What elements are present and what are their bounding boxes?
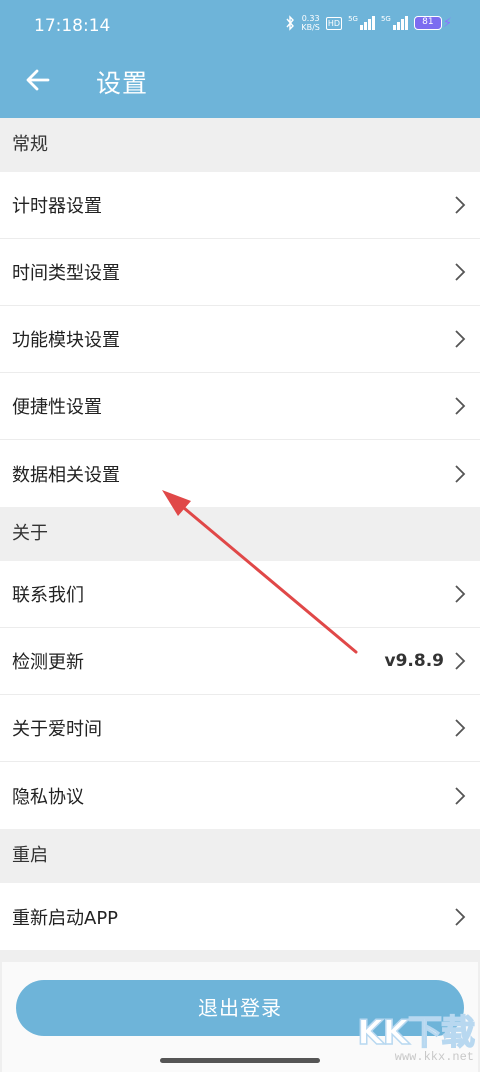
chevron-right-icon xyxy=(455,652,466,670)
status-time: 17:18:14 xyxy=(34,16,111,36)
sim1-network-label: 5G xyxy=(348,15,358,23)
chevron-right-icon xyxy=(455,330,466,348)
version-value: v9.8.9 xyxy=(384,651,444,671)
chevron-right-icon xyxy=(455,907,466,926)
settings-row-contact-us[interactable]: 联系我们 xyxy=(0,561,480,628)
chevron-right-icon xyxy=(455,397,466,415)
network-speed: 0.33 KB/S xyxy=(301,14,320,32)
settings-row-label: 时间类型设置 xyxy=(12,263,120,284)
settings-row-label: 功能模块设置 xyxy=(12,330,120,351)
app-header: 17:18:14 0.33 KB/S HD 5G 5G 81 ⚡ 设置 xyxy=(0,0,480,118)
network-speed-unit: KB/S xyxy=(301,23,320,32)
settings-row-privacy[interactable]: 隐私协议 xyxy=(0,762,480,829)
battery-level: 81 xyxy=(413,16,442,30)
settings-row-label: 联系我们 xyxy=(12,585,84,606)
back-arrow-icon[interactable] xyxy=(24,66,52,94)
chevron-right-icon xyxy=(455,585,466,603)
settings-list: 常规 计时器设置 时间类型设置 功能模块设置 便捷性设置 数据相关设置 关于 联… xyxy=(0,118,480,950)
settings-row-data[interactable]: 数据相关设置 xyxy=(0,440,480,507)
home-indicator[interactable] xyxy=(160,1058,320,1063)
signal-sim2-icon: 5G xyxy=(381,16,408,30)
chevron-right-icon xyxy=(455,786,466,805)
chevron-right-icon xyxy=(455,196,466,214)
signal-sim1-icon: 5G xyxy=(348,16,375,30)
section-header-restart: 重启 xyxy=(0,829,480,883)
settings-row-convenience[interactable]: 便捷性设置 xyxy=(0,373,480,440)
settings-row-about-app[interactable]: 关于爱时间 xyxy=(0,695,480,762)
sim2-network-label: 5G xyxy=(380,15,391,23)
chevron-right-icon xyxy=(455,263,466,281)
settings-row-label: 计时器设置 xyxy=(12,196,102,217)
settings-row-function-modules[interactable]: 功能模块设置 xyxy=(0,306,480,373)
watermark: KK下载 www.kkx.net xyxy=(357,1013,476,1064)
battery-icon: 81 ⚡ xyxy=(413,15,452,31)
chevron-right-icon xyxy=(455,719,466,737)
settings-row-label: 隐私协议 xyxy=(12,786,84,808)
settings-row-label: 重新启动APP xyxy=(12,907,119,929)
charging-bolt-icon: ⚡ xyxy=(442,15,452,31)
settings-row-time-type[interactable]: 时间类型设置 xyxy=(0,239,480,306)
hd-icon: HD xyxy=(325,16,343,30)
bluetooth-icon xyxy=(286,15,295,31)
status-icons: 0.33 KB/S HD 5G 5G 81 ⚡ xyxy=(285,14,452,32)
settings-row-label: 数据相关设置 xyxy=(12,464,120,486)
watermark-logo: KK下载 xyxy=(357,1013,476,1053)
settings-row-label: 便捷性设置 xyxy=(12,397,102,418)
settings-row-check-update[interactable]: 检测更新 v9.8.9 xyxy=(0,628,480,695)
settings-row-label: 关于爱时间 xyxy=(12,719,102,740)
settings-row-label: 检测更新 xyxy=(12,652,84,673)
settings-row-restart-app[interactable]: 重新启动APP xyxy=(0,883,480,950)
page-title: 设置 xyxy=(96,69,149,98)
status-bar: 17:18:14 0.33 KB/S HD 5G 5G 81 ⚡ xyxy=(0,0,480,52)
network-speed-value: 0.33 xyxy=(301,14,320,23)
section-header-general: 常规 xyxy=(0,118,480,172)
settings-row-timer[interactable]: 计时器设置 xyxy=(0,172,480,239)
section-header-about: 关于 xyxy=(0,507,480,561)
chevron-right-icon xyxy=(455,464,466,483)
